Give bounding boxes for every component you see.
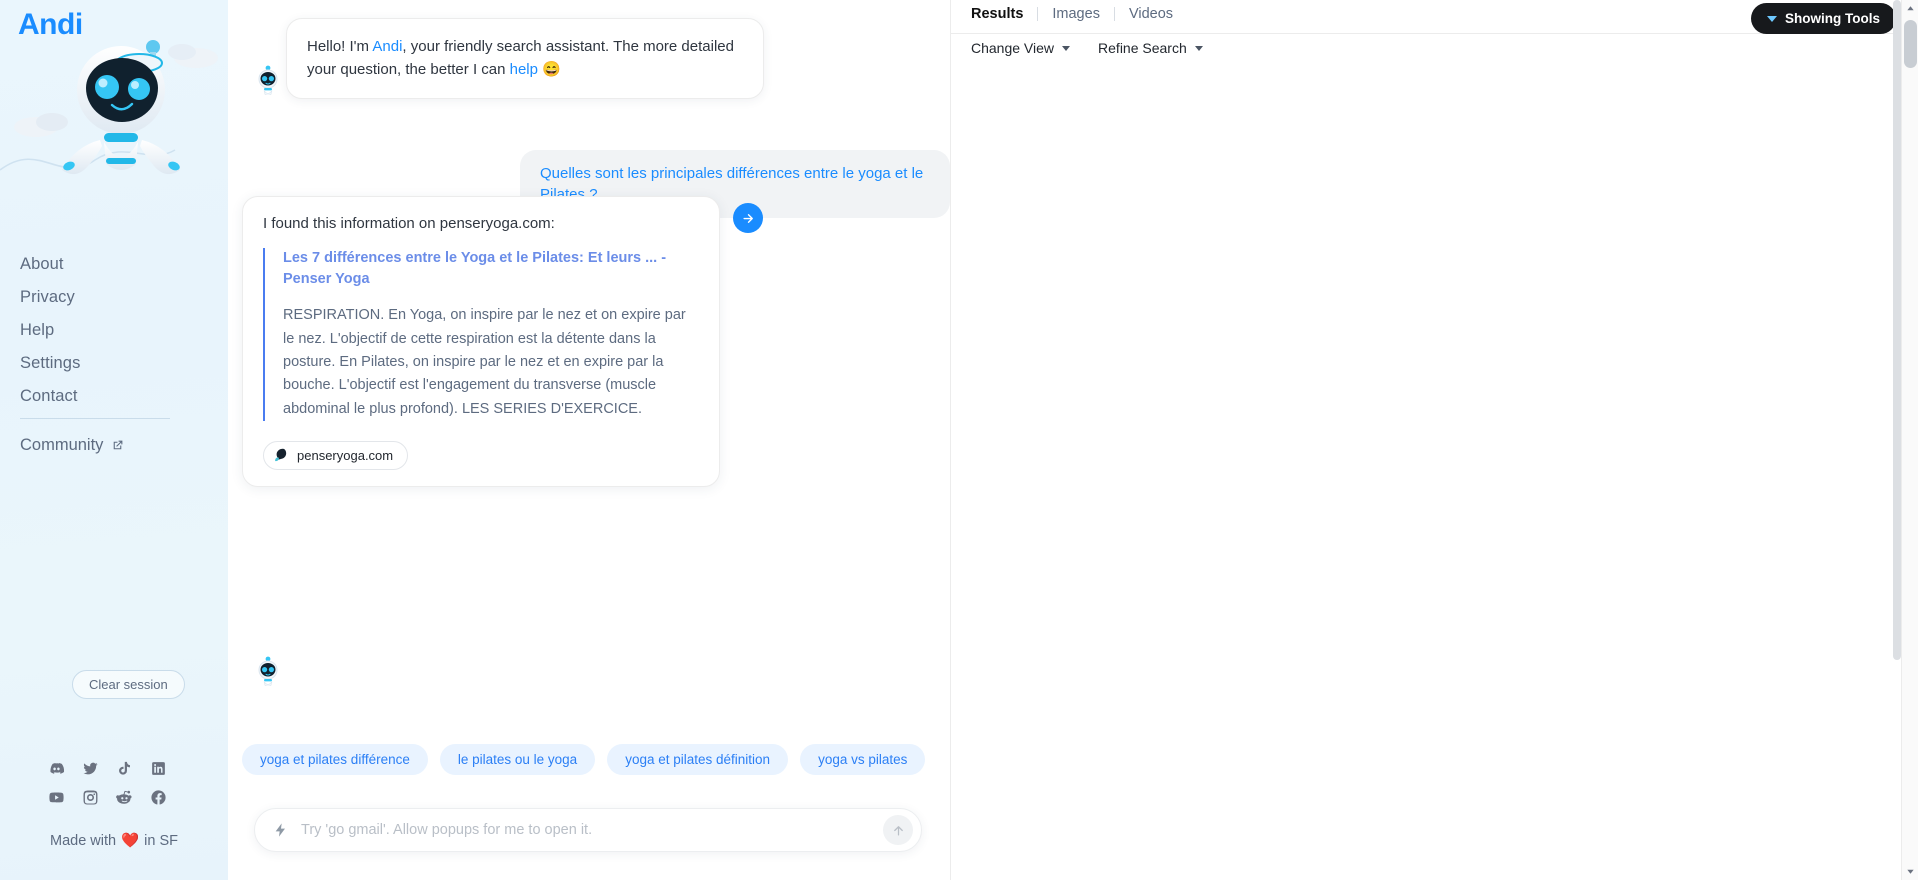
scroll-up-arrow-icon[interactable] [1902, 0, 1918, 17]
footer-made-with-text: Made with [50, 832, 117, 849]
chevron-down-icon [1767, 15, 1777, 22]
refine-search-dropdown[interactable]: Refine Search [1098, 40, 1203, 56]
answer-go-button[interactable] [733, 203, 763, 233]
sidebar-item-community[interactable]: Community [20, 436, 124, 455]
smile-emoji-icon: 😄 [542, 61, 561, 79]
lightning-icon [275, 823, 285, 837]
social-links-row-1 [48, 760, 178, 777]
social-links-row-2 [48, 789, 178, 806]
sidebar-item-contact[interactable]: Contact [20, 380, 210, 413]
andi-robot-mascot-illustration [0, 0, 228, 235]
chevron-down-icon [1062, 45, 1071, 51]
tab-results[interactable]: Results [971, 6, 1037, 22]
change-view-label: Change View [971, 40, 1055, 56]
clear-session-button[interactable]: Clear session [72, 670, 185, 699]
suggestion-pill-1[interactable]: yoga et pilates différence [242, 744, 428, 775]
scroll-down-arrow-icon[interactable] [1902, 863, 1918, 880]
results-toolbar: Change View Refine Search [971, 40, 1203, 56]
facebook-icon[interactable] [150, 789, 167, 806]
heart-icon: ❤️ [121, 833, 140, 849]
sidebar-item-about[interactable]: About [20, 248, 210, 281]
results-tabs: Results Images Videos [971, 6, 1187, 22]
discord-icon[interactable] [48, 760, 65, 777]
suggestion-pills: yoga et pilates différence le pilates ou… [242, 744, 942, 775]
greeting-brand-link[interactable]: Andi [372, 38, 402, 55]
answer-source-chip-label: penseryoga.com [297, 448, 394, 464]
reddit-icon[interactable] [116, 789, 133, 806]
instagram-icon[interactable] [82, 789, 99, 806]
footer-made-with: Made with ❤️ in SF [50, 832, 178, 850]
chevron-down-icon [1194, 45, 1203, 51]
andi-search-app: Andi About Privacy Help Settings Contact… [0, 0, 1918, 880]
search-input[interactable] [301, 822, 883, 838]
linkedin-icon[interactable] [150, 760, 167, 777]
chat-panel: Hello! I'm Andi, your friendly search as… [228, 0, 951, 880]
sidebar: Andi About Privacy Help Settings Contact… [0, 0, 228, 880]
browser-scrollbar[interactable] [1901, 0, 1918, 880]
penseryoga-favicon-icon [275, 449, 287, 462]
answer-quote-title-link[interactable]: Les 7 différences entre le Yoga et le Pi… [283, 248, 699, 290]
tab-images[interactable]: Images [1038, 6, 1114, 22]
results-panel: Results Images Videos Change View Refine… [951, 0, 1918, 880]
arrow-up-icon [893, 825, 903, 835]
sidebar-item-settings[interactable]: Settings [20, 347, 210, 380]
answer-message: I found this information on penseryoga.c… [242, 196, 942, 686]
external-link-icon [114, 440, 123, 450]
search-bar[interactable] [254, 808, 922, 852]
showing-tools-button[interactable]: Showing Tools [1751, 3, 1896, 34]
sidebar-item-community-label: Community [20, 436, 104, 454]
arrow-right-icon [742, 213, 753, 223]
tab-videos[interactable]: Videos [1115, 6, 1187, 22]
suggestion-pill-4[interactable]: yoga vs pilates [800, 744, 926, 775]
answer-lead-text: I found this information on penseryoga.c… [263, 215, 555, 232]
social-links [48, 760, 178, 818]
footer-location-text: in SF [144, 832, 178, 849]
bot-avatar-icon-2 [258, 656, 278, 686]
greeting-message: Hello! I'm Andi, your friendly search as… [242, 18, 842, 99]
answer-card: I found this information on penseryoga.c… [242, 196, 763, 488]
bot-avatar-icon [258, 65, 278, 95]
twitter-icon[interactable] [82, 760, 99, 777]
tiktok-icon[interactable] [116, 760, 133, 777]
browser-scroll-thumb[interactable] [1904, 20, 1917, 68]
answer-source-chip[interactable]: penseryoga.com [263, 441, 409, 471]
sidebar-item-privacy[interactable]: Privacy [20, 281, 210, 314]
sidebar-item-help[interactable]: Help [20, 314, 210, 347]
answer-quote-body: RESPIRATION. En Yoga, on inspire par le … [283, 307, 686, 417]
refine-search-label: Refine Search [1098, 40, 1187, 56]
suggestion-pill-2[interactable]: le pilates ou le yoga [439, 744, 596, 775]
answer-quote: Les 7 différences entre le Yoga et le Pi… [263, 248, 699, 422]
sidebar-divider [20, 418, 170, 419]
greeting-help-link[interactable]: help [510, 61, 538, 78]
results-inner-scrollbar[interactable] [1893, 0, 1901, 880]
search-submit-button[interactable] [883, 815, 913, 845]
greeting-part-1: Hello! I'm [307, 38, 373, 55]
showing-tools-label: Showing Tools [1785, 11, 1880, 26]
youtube-icon[interactable] [48, 789, 65, 806]
results-inner-scroll-thumb[interactable] [1893, 0, 1901, 660]
sidebar-nav: About Privacy Help Settings Contact [20, 248, 210, 413]
greeting-bubble: Hello! I'm Andi, your friendly search as… [286, 18, 764, 99]
suggestion-pill-3[interactable]: yoga et pilates définition [607, 744, 789, 775]
change-view-dropdown[interactable]: Change View [971, 40, 1071, 56]
greeting-row: Hello! I'm Andi, your friendly search as… [242, 18, 842, 99]
